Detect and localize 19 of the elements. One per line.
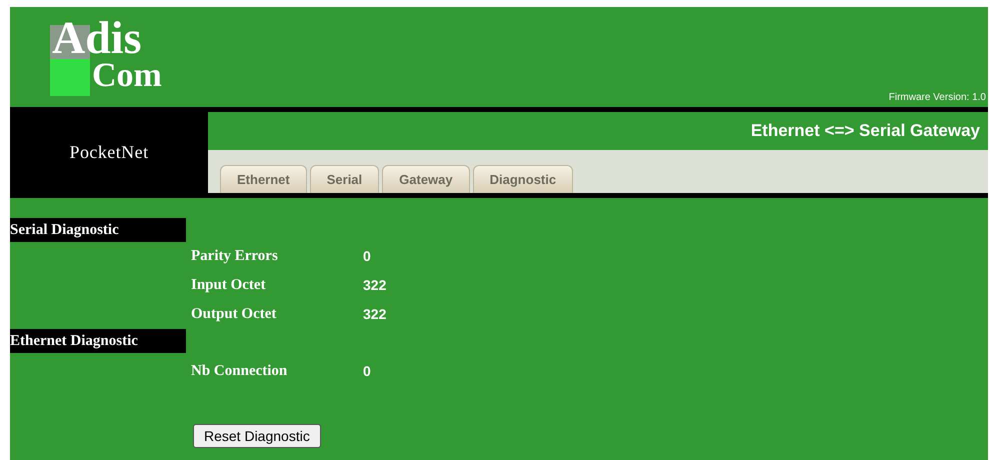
section-header: Ethernet Diagnostic bbox=[10, 329, 186, 353]
field-value: 0 bbox=[363, 362, 371, 381]
field-value: 322 bbox=[363, 305, 386, 324]
firmware-version: Firmware Version: 1.0 bbox=[888, 91, 986, 105]
tab[interactable]: Ethernet bbox=[220, 165, 307, 193]
field-label: Input Octet bbox=[191, 276, 267, 296]
field-value: 0 bbox=[363, 247, 371, 266]
field-label: Nb Connection bbox=[191, 362, 288, 382]
field-value: 322 bbox=[363, 276, 386, 295]
field-label: Output Octet bbox=[191, 305, 278, 324]
section-header: Serial Diagnostic bbox=[10, 218, 186, 242]
tab[interactable]: Serial bbox=[310, 165, 380, 193]
tab[interactable]: Gateway bbox=[382, 165, 470, 193]
field-label: Parity Errors bbox=[191, 247, 279, 266]
reset-diagnostic-button[interactable]: Reset Diagnostic bbox=[193, 424, 321, 448]
page-title: Ethernet <=> Serial Gateway bbox=[750, 120, 980, 142]
logo: Adis Com bbox=[50, 21, 163, 98]
product-name: PocketNet bbox=[69, 141, 149, 164]
tab[interactable]: Diagnostic bbox=[472, 165, 574, 193]
